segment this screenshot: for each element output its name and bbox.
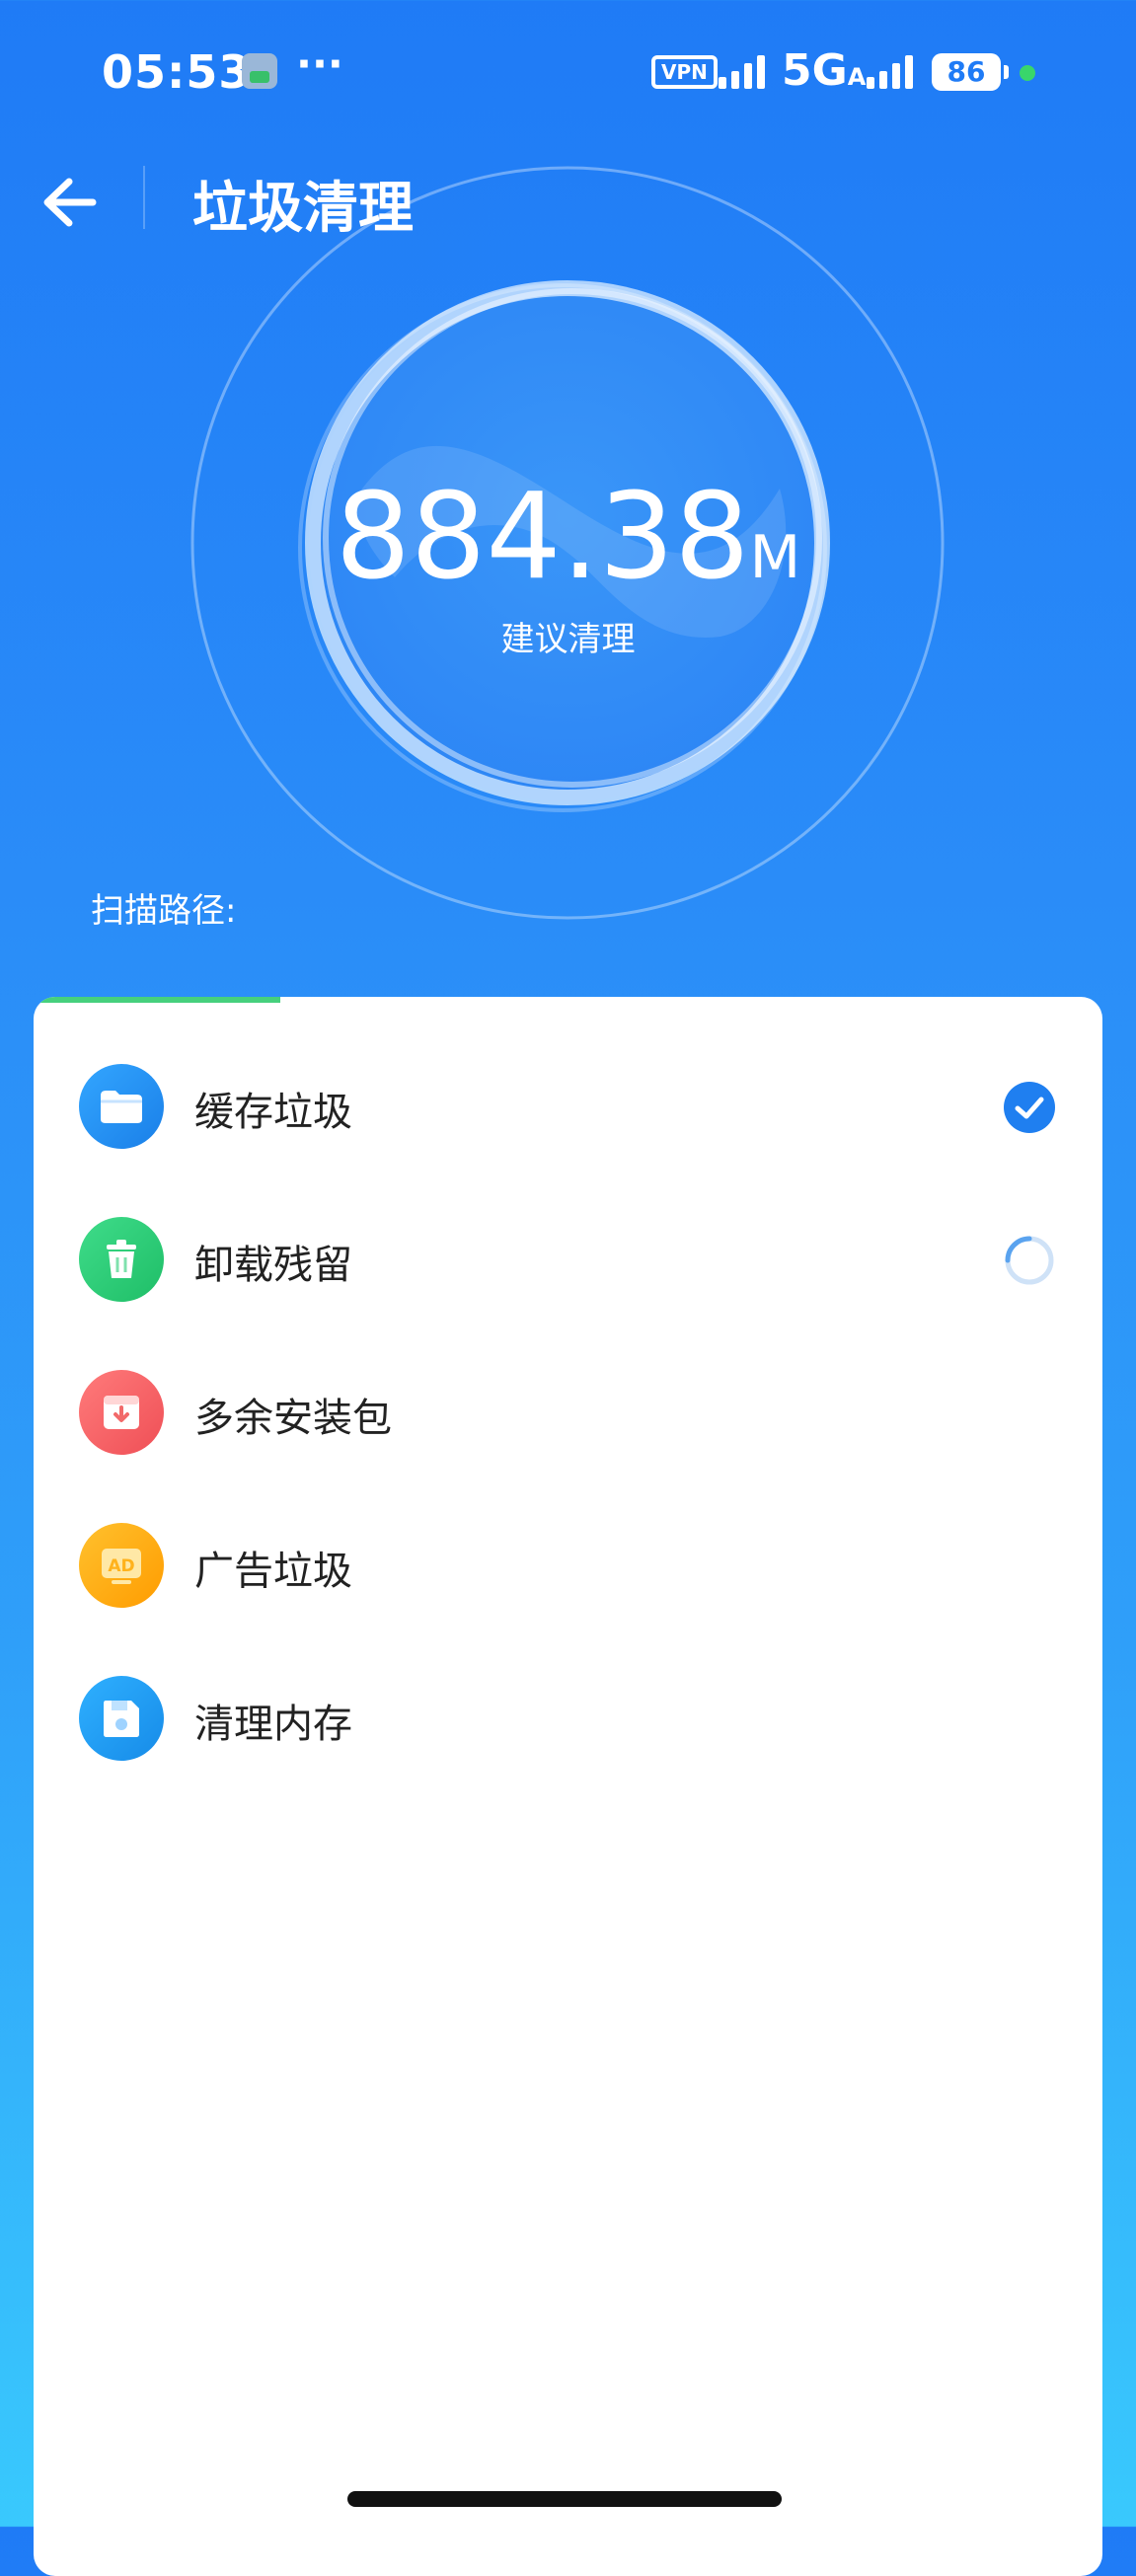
- ad-icon: AD: [79, 1523, 164, 1608]
- trash-icon: [79, 1217, 164, 1302]
- home-indicator[interactable]: [347, 2491, 782, 2507]
- suggest-clean-label: 建议清理: [500, 620, 636, 659]
- privacy-indicator-icon: [1020, 65, 1035, 81]
- gallery-notification-icon: [242, 53, 277, 89]
- package-icon: [79, 1370, 164, 1455]
- junk-size-value: 884.38: [335, 469, 750, 606]
- list-item-label: 多余安装包: [194, 1396, 392, 1441]
- status-time: 05:53: [102, 45, 252, 99]
- signal-icon: [719, 55, 765, 89]
- network-type: 5GA: [782, 45, 867, 96]
- arrow-left-icon: [43, 178, 97, 227]
- scan-list-card: 缓存垃圾 卸载残留 多余安装包 AD 广告垃圾 清理内存: [34, 997, 1102, 2576]
- scan-path-label: 扫描路径:: [91, 891, 237, 931]
- check-circle-icon: [1004, 1082, 1055, 1133]
- list-item-label: 广告垃圾: [194, 1549, 352, 1594]
- list-item-label: 卸载残留: [194, 1243, 352, 1288]
- status-bar: 05:53 ··· VPN 5GA 86: [0, 0, 1136, 138]
- list-item-clear-memory[interactable]: 清理内存: [34, 1654, 1102, 1782]
- junk-size-unit: M: [749, 523, 801, 592]
- back-button[interactable]: [36, 168, 111, 237]
- signal-icon-2: [867, 55, 913, 89]
- memory-icon: [79, 1676, 164, 1761]
- svg-text:AD: AD: [108, 1556, 134, 1576]
- header-divider: [143, 166, 145, 229]
- vpn-icon: VPN: [651, 55, 718, 89]
- folder-icon: [79, 1064, 164, 1149]
- loading-spinner-icon: [1005, 1236, 1054, 1285]
- list-item-label: 缓存垃圾: [194, 1090, 352, 1135]
- more-notifications-icon: ···: [296, 39, 343, 88]
- junk-size: 884.38M: [0, 474, 1136, 622]
- list-item-redundant-packages[interactable]: 多余安装包: [34, 1348, 1102, 1477]
- list-item-uninstall-residue[interactable]: 卸载残留: [34, 1195, 1102, 1324]
- list-item-label: 清理内存: [194, 1702, 352, 1747]
- battery-icon: 86: [932, 53, 1009, 91]
- list-item-cache[interactable]: 缓存垃圾: [34, 1042, 1102, 1171]
- list-item-ad-junk[interactable]: AD 广告垃圾: [34, 1501, 1102, 1629]
- scan-progress-bar: [34, 997, 280, 1003]
